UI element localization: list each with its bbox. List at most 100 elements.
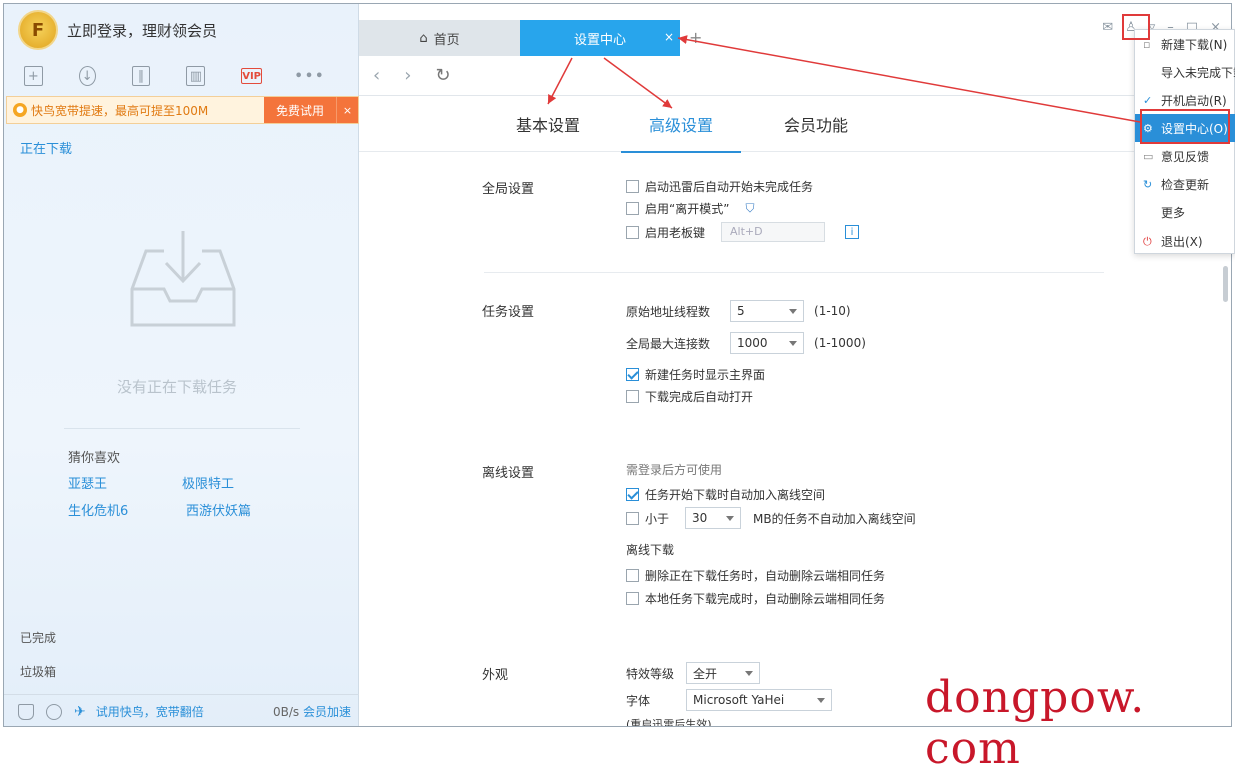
pause-icon[interactable]: ∥ (131, 66, 151, 86)
checkbox[interactable] (626, 202, 639, 215)
away-mode-option[interactable]: 启用“离开模式” ⛉ (626, 200, 754, 217)
vip-icon[interactable]: VIP (241, 68, 262, 84)
try-fast-link[interactable]: 试用快鸟，宽带翻倍 (96, 703, 204, 720)
check-icon: ✓ (1143, 94, 1153, 107)
checkbox[interactable] (626, 180, 639, 193)
checkbox[interactable] (626, 368, 639, 381)
login-link[interactable]: 立即登录，理财领会员 (67, 20, 217, 41)
login-note: 需登录后方可使用 (626, 463, 723, 477)
free-trial-button[interactable]: 免费试用 (264, 97, 336, 123)
close-tab-icon[interactable]: × (664, 30, 674, 44)
local-done-option[interactable]: 本地任务下载完成时，自动删除云端相同任务 (626, 590, 885, 607)
close-icon[interactable]: × (336, 97, 358, 123)
delete-icon[interactable]: ▥ (186, 66, 206, 86)
checkbox[interactable] (626, 390, 639, 403)
left-panel: F 立即登录，理财领会员 + ↓ ∥ ▥ VIP ••• ● 快鸟宽带提速，最高… (4, 4, 359, 726)
section-appearance-title: 外观 (482, 668, 509, 683)
rec-link[interactable]: 生化危机6 (68, 500, 128, 519)
tab-settings[interactable]: 设置中心 × (520, 20, 680, 56)
size-select[interactable]: 30 (685, 507, 742, 529)
scrollbar[interactable] (1223, 266, 1228, 302)
lab-icon[interactable] (18, 703, 34, 720)
delete-cloud-option[interactable]: 删除正在下载任务时，自动删除云端相同任务 (626, 567, 885, 584)
left-toolbar: + ↓ ∥ ▥ VIP ••• (4, 56, 358, 96)
option-label: 下载完成后自动打开 (645, 390, 754, 404)
threads-select[interactable]: 5 (730, 300, 805, 322)
tab-home[interactable]: ⌂ 首页 (359, 20, 520, 56)
offline-download-label: 离线下载 (626, 543, 675, 557)
effect-select[interactable]: 全开 (686, 662, 761, 684)
threads-label: 原始地址线程数 (626, 304, 711, 319)
divider (64, 428, 300, 429)
highlight-box (1122, 14, 1150, 40)
connections-range: (1-1000) (814, 336, 866, 350)
menu-item-feedback[interactable]: ▭ 意见反馈 (1135, 142, 1235, 170)
rec-link[interactable]: 西游伏妖篇 (186, 500, 251, 519)
accelerate-link[interactable]: 会员加速 (303, 705, 351, 719)
avatar[interactable]: F (18, 10, 58, 50)
completed-category[interactable]: 已完成 (20, 629, 56, 646)
speed-value: 0B/s (272, 705, 300, 719)
checkbox[interactable] (626, 569, 639, 582)
tab-advanced-settings[interactable]: 高级设置 (621, 96, 741, 153)
checkbox[interactable] (626, 592, 639, 605)
boss-key-option[interactable]: 启用老板键 Alt+D i (626, 222, 860, 242)
refresh-icon: ↻ (1143, 178, 1153, 191)
hotkey-field[interactable]: Alt+D (721, 222, 826, 242)
font-select[interactable]: Microsoft YaHei (686, 689, 833, 711)
menu-item-update[interactable]: ↻ 检查更新 (1135, 170, 1235, 198)
tab-settings-label: 设置中心 (573, 32, 626, 48)
font-label: 字体 (626, 693, 651, 708)
option-label: 启用“离开模式” (645, 202, 730, 216)
add-tab-icon[interactable]: + (689, 28, 702, 47)
rec-link[interactable]: 极限特工 (182, 473, 234, 492)
download-icon[interactable]: ↓ (78, 66, 96, 86)
forward-icon[interactable]: › (404, 65, 411, 86)
restart-note: (重启迅雷后生效) (626, 718, 712, 726)
downloading-category[interactable]: 正在下载 (20, 138, 72, 157)
menu-label: 退出(X) (1161, 234, 1203, 249)
font-row: 字体 Microsoft YaHei (626, 689, 833, 711)
size-limit-option[interactable]: 小于 30 MB的任务不自动加入离线空间 (626, 507, 916, 529)
connections-row: 全局最大连接数 1000 (1-1000) (626, 332, 866, 354)
settings-tabs: 基本设置 高级设置 会员功能 (359, 96, 1231, 153)
menu-label: 检查更新 (1161, 177, 1210, 192)
menu-label: 意见反馈 (1161, 149, 1210, 164)
option-label: MB的任务不自动加入离线空间 (753, 511, 916, 526)
refresh-icon[interactable]: ↻ (435, 65, 450, 86)
mail-icon[interactable]: ✉ (1102, 20, 1113, 35)
option-label: 小于 (645, 511, 670, 526)
checkbox[interactable] (626, 511, 639, 525)
highlight-box (1140, 109, 1230, 144)
menu-item-exit[interactable]: ⏻ 退出(X) (1135, 227, 1235, 255)
trash-category[interactable]: 垃圾箱 (20, 663, 56, 680)
connections-select[interactable]: 1000 (730, 332, 805, 354)
checkbox[interactable] (626, 488, 639, 501)
section-task-title: 任务设置 (482, 305, 535, 320)
auto-offline-option[interactable]: 任务开始下载时自动加入离线空间 (626, 486, 825, 503)
promo-text[interactable]: 快鸟宽带提速，最高可提至100M (31, 102, 264, 119)
rec-link[interactable]: 亚瑟王 (68, 473, 107, 492)
checkbox[interactable] (626, 225, 639, 239)
more-icon[interactable]: ••• (295, 66, 324, 86)
tab-basic-settings[interactable]: 基本设置 (516, 96, 580, 152)
guess-title: 猜你喜欢 (68, 451, 121, 466)
show-main-option[interactable]: 新建任务时显示主界面 (626, 366, 765, 383)
back-icon[interactable]: ‹ (373, 65, 380, 86)
alarm-icon[interactable] (46, 703, 62, 720)
user-bar: F 立即登录，理财领会员 (4, 4, 358, 56)
new-task-icon[interactable]: + (24, 66, 43, 86)
menu-item-import[interactable]: 导入未完成下载 (1135, 58, 1235, 86)
auto-open-option[interactable]: 下载完成后自动打开 (626, 388, 753, 405)
feedback-icon: ▭ (1143, 150, 1154, 163)
bird-icon: ● (13, 103, 27, 117)
menu-item-more[interactable]: 更多 (1135, 198, 1235, 226)
menu-item-new-download[interactable]: ▫ 新建下载(N) (1135, 30, 1235, 58)
option-label: 新建任务时显示主界面 (645, 368, 766, 382)
info-icon[interactable]: i (845, 225, 860, 239)
effect-row: 特效等级 全开 (626, 662, 761, 684)
option-label: 删除正在下载任务时，自动删除云端相同任务 (645, 569, 886, 583)
option-label: 启动迅雷后自动开始未完成任务 (645, 180, 814, 194)
tab-member-features[interactable]: 会员功能 (784, 96, 848, 152)
auto-start-option[interactable]: 启动迅雷后自动开始未完成任务 (626, 178, 813, 195)
